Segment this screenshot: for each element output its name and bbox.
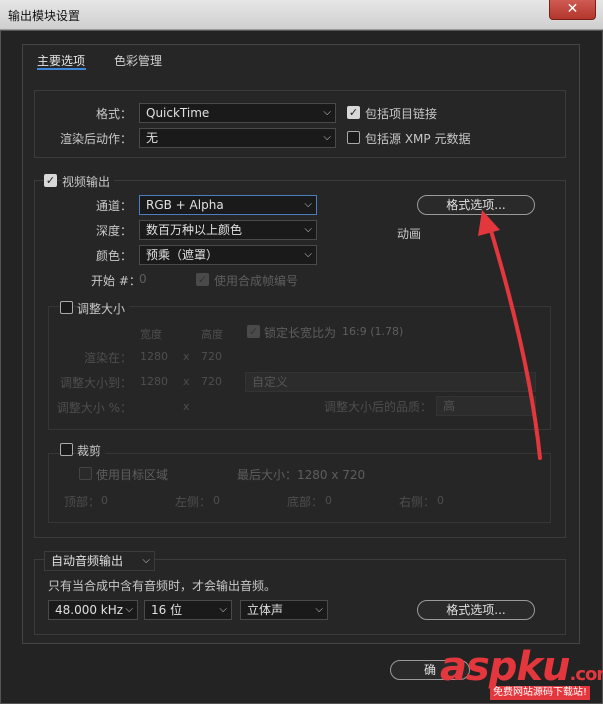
- watermark-logo: aspku.com: [440, 644, 603, 690]
- crop-left-label: 左侧：: [175, 495, 212, 509]
- color-value: 预乘（遮罩）: [146, 248, 219, 262]
- resize-width[interactable]: 1280: [140, 375, 168, 388]
- depth-value: 数百万种以上颜色: [146, 223, 243, 237]
- audio-note: 只有当合成中含有音频时，才会输出音频。: [48, 579, 277, 593]
- video-output-label: 视频输出: [62, 173, 115, 190]
- crop-group: [48, 453, 551, 523]
- color-label: 颜色：: [95, 249, 132, 263]
- resize-checkbox[interactable]: [60, 301, 73, 314]
- start-frame-value[interactable]: 0: [139, 272, 147, 286]
- render-x: x: [183, 350, 190, 363]
- lock-aspect-label: 锁定长宽比为: [264, 326, 337, 340]
- watermark-tagline: 免费网站源码下载站!: [490, 686, 591, 700]
- chevron-down-icon: ⌵: [304, 199, 312, 210]
- channel-label: 通道：: [95, 199, 132, 213]
- render-width: 1280: [140, 350, 168, 363]
- width-header: 宽度: [140, 328, 162, 341]
- include-xmp-checkbox[interactable]: [347, 131, 360, 144]
- resize-preset-value: 自定义: [252, 375, 289, 389]
- active-tab-indicator: [37, 68, 86, 70]
- audio-rate-select[interactable]: 48.000 kHz ⌵: [48, 600, 138, 620]
- render-height: 720: [201, 350, 222, 363]
- channel-value: RGB + Alpha: [146, 198, 224, 212]
- audio-bits-value: 16 位: [151, 603, 183, 617]
- use-comp-frame-label: 使用合成帧编号: [214, 274, 299, 288]
- audio-mode-value: 自动音频输出: [51, 554, 124, 568]
- include-project-link-checkbox[interactable]: ✓: [347, 106, 360, 119]
- color-select[interactable]: 预乘（遮罩） ⌵: [139, 245, 317, 265]
- chevron-down-icon: ⌵: [142, 555, 150, 566]
- crop-left-value[interactable]: 0: [213, 494, 220, 507]
- post-render-value: 无: [146, 131, 159, 145]
- resize-quality-select[interactable]: 高: [436, 396, 536, 416]
- render-at-label: 渲染在：: [83, 351, 132, 365]
- use-roi-label: 使用目标区域: [96, 468, 169, 482]
- chevron-down-icon: ⌵: [323, 132, 331, 143]
- crop-bottom-label: 底部：: [287, 495, 324, 509]
- chevron-down-icon: ⌵: [523, 376, 531, 387]
- chevron-down-icon: ⌵: [304, 224, 312, 235]
- post-render-label: 渲染后动作：: [59, 132, 132, 146]
- crop-checkbox[interactable]: [60, 443, 73, 456]
- resize-quality-label: 调整大小后的品质：: [323, 400, 432, 414]
- include-project-link-label: 包括项目链接: [365, 107, 438, 121]
- chevron-down-icon: ⌵: [323, 107, 331, 118]
- window-title: 输出模块设置: [8, 9, 81, 23]
- close-button[interactable]: ✕: [549, 0, 596, 20]
- video-output-checkbox[interactable]: ✓: [44, 174, 57, 187]
- audio-channels-select[interactable]: 立体声 ⌵: [240, 600, 328, 620]
- audio-channels-value: 立体声: [247, 603, 284, 617]
- chevron-down-icon: ⌵: [219, 604, 227, 615]
- height-header: 高度: [201, 328, 223, 341]
- chevron-down-icon: ⌵: [315, 604, 323, 615]
- crop-top-value[interactable]: 0: [101, 494, 108, 507]
- close-icon: ✕: [566, 1, 579, 17]
- channel-select[interactable]: RGB + Alpha ⌵: [139, 195, 317, 215]
- include-xmp-label: 包括源 XMP 元数据: [365, 132, 471, 146]
- use-roi-checkbox[interactable]: [79, 467, 92, 480]
- resize-height[interactable]: 720: [201, 375, 222, 388]
- crop-top-label: 顶部：: [64, 495, 101, 509]
- chevron-down-icon: ⌵: [304, 249, 312, 260]
- depth-label: 深度：: [95, 224, 132, 238]
- crop-label: 裁剪: [77, 442, 106, 459]
- format-value: QuickTime: [146, 106, 210, 120]
- format-label: 格式：: [95, 107, 132, 121]
- audio-rate-value: 48.000 kHz: [55, 603, 124, 617]
- resize-x: x: [183, 375, 190, 388]
- start-frame-label: 开始 #：: [91, 274, 141, 288]
- final-size-label: 最后大小：1280 x 720: [237, 468, 366, 482]
- audio-mode-select[interactable]: 自动音频输出 ⌵: [44, 551, 155, 571]
- chevron-down-icon: ⌵: [125, 604, 133, 615]
- audio-format-options-button[interactable]: 格式选项...: [417, 600, 535, 620]
- crop-right-value[interactable]: 0: [437, 494, 444, 507]
- resize-preset-select[interactable]: 自定义 ⌵: [245, 372, 536, 392]
- aspect-value: 16:9 (1.78): [342, 325, 404, 338]
- resize-percent-label: 调整大小 %：: [56, 401, 132, 415]
- video-format-options-button[interactable]: 格式选项...: [417, 195, 535, 215]
- crop-bottom-value[interactable]: 0: [325, 494, 332, 507]
- audio-bits-select[interactable]: 16 位 ⌵: [144, 600, 232, 620]
- depth-select[interactable]: 数百万种以上颜色 ⌵: [139, 220, 317, 240]
- resize-label: 调整大小: [77, 300, 130, 317]
- title-bar: [0, 0, 603, 30]
- resize-percent-x: x: [183, 400, 190, 413]
- resize-to-label: 调整大小到：: [59, 376, 132, 390]
- format-select[interactable]: QuickTime ⌵: [139, 103, 336, 123]
- post-render-select[interactable]: 无 ⌵: [139, 128, 336, 148]
- use-comp-frame-checkbox[interactable]: ✓: [196, 273, 209, 286]
- video-format-note: 动画: [397, 227, 422, 241]
- crop-right-label: 右侧：: [399, 495, 436, 509]
- resize-quality-value: 高: [443, 399, 456, 413]
- tab-color-management[interactable]: 色彩管理: [114, 52, 162, 69]
- tab-main-options[interactable]: 主要选项: [37, 52, 85, 69]
- lock-aspect-checkbox[interactable]: ✓: [247, 325, 260, 338]
